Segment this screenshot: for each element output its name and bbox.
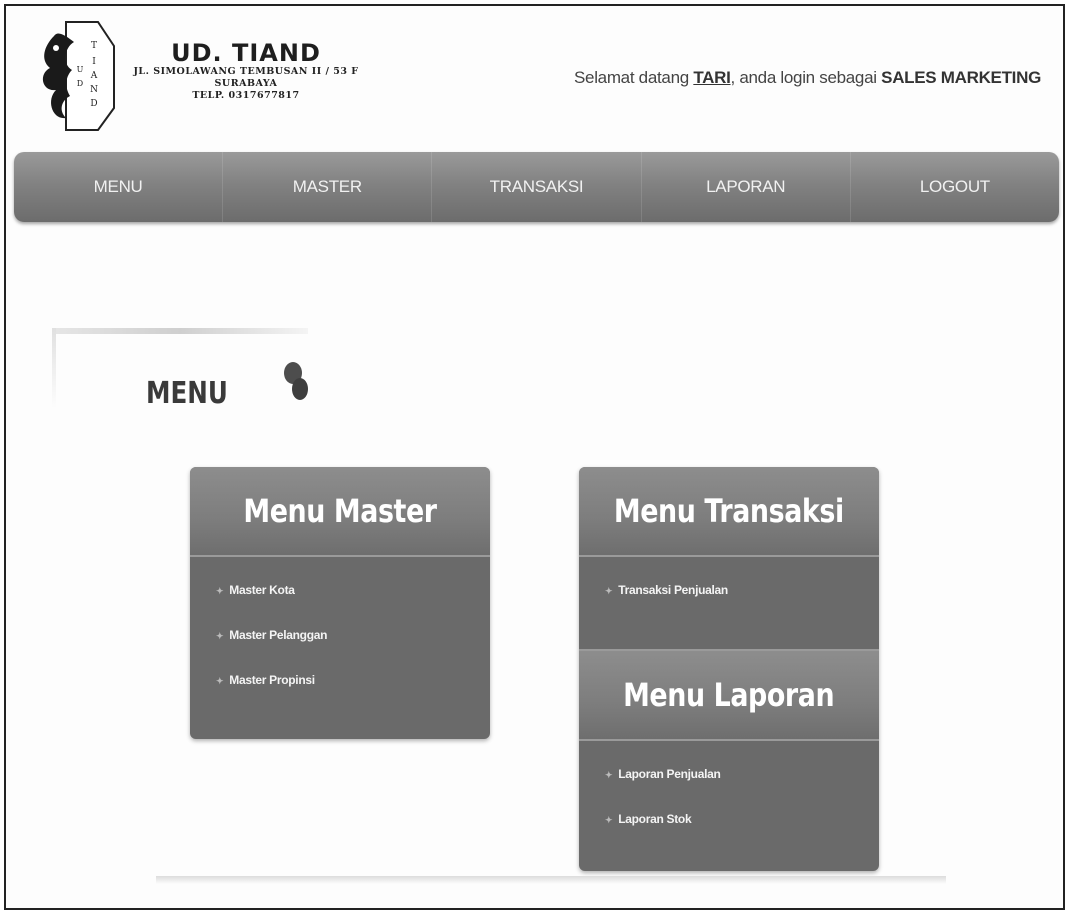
panel-menu-master: Menu Master ✦ Master Kota ✦ Master Pelangg… — [190, 467, 490, 739]
bullet-icon: ✦ — [216, 631, 224, 641]
nav-item-menu[interactable]: MENU — [14, 152, 224, 222]
brand-block: UD. TIAND JL. SIMOLAWANG TEMBUSAN II / 5… — [126, 40, 366, 102]
menu-link-label: Master Kota — [229, 583, 295, 597]
welcome-middle: , anda login sebagai — [730, 68, 877, 87]
bullet-icon: ✦ — [216, 586, 224, 596]
header-brand: T I A N D U D UD. TIAND JL. SIMOLAWANG T… — [36, 16, 366, 136]
menu-link-master-propinsi[interactable]: ✦ Master Propinsi — [216, 673, 490, 718]
menu-link-laporan-penjualan[interactable]: ✦ Laporan Penjualan — [605, 767, 879, 812]
nav-item-logout[interactable]: LOGOUT — [851, 152, 1059, 222]
menu-link-label: Laporan Stok — [618, 812, 692, 826]
brand-name: UD. TIAND — [171, 39, 321, 67]
menu-link-label: Transaksi Penjualan — [618, 583, 728, 597]
svg-text:D: D — [90, 99, 97, 109]
user-name-link[interactable]: TARI — [693, 68, 731, 87]
menu-link-transaksi-penjualan[interactable]: ✦ Transaksi Penjualan — [605, 583, 879, 628]
menu-link-label: Master Propinsi — [229, 673, 315, 687]
main-nav: MENU MASTER TRANSAKSI LAPORAN LOGOUT — [14, 152, 1059, 222]
user-role: SALES MARKETING — [881, 68, 1041, 87]
app-window: T I A N D U D UD. TIAND JL. SIMOLAWANG T… — [4, 4, 1065, 910]
svg-text:N: N — [90, 85, 98, 95]
svg-text:I: I — [92, 57, 96, 67]
panel-master-header: Menu Master — [190, 467, 490, 557]
bullet-icon: ✦ — [605, 586, 613, 596]
svg-text:A: A — [90, 71, 98, 81]
welcome-message: Selamat datang TARI, anda login sebagai … — [574, 68, 1041, 88]
panel-transaksi-title: Menu Transaksi — [614, 492, 844, 530]
bullet-icon: ✦ — [605, 770, 613, 780]
nav-item-master[interactable]: MASTER — [223, 152, 433, 222]
content-left-shadow — [52, 328, 56, 408]
company-logo-icon: T I A N D U D — [42, 21, 115, 131]
content-top-shadow — [52, 328, 308, 334]
svg-text:U: U — [77, 65, 84, 74]
panel-master-title: Menu Master — [243, 492, 437, 530]
menu-link-master-kota[interactable]: ✦ Master Kota — [216, 583, 490, 628]
panel-transaksi-header: Menu Transaksi — [579, 467, 879, 557]
panel-master-list: ✦ Master Kota ✦ Master Pelanggan ✦ Master P… — [190, 557, 490, 718]
menu-link-label: Laporan Penjualan — [618, 767, 721, 781]
nav-item-laporan[interactable]: LAPORAN — [642, 152, 851, 222]
panel-laporan-header: Menu Laporan — [579, 649, 879, 741]
content-bottom-shadow — [156, 876, 946, 884]
menu-link-master-pelanggan[interactable]: ✦ Master Pelanggan — [216, 628, 490, 673]
blob-decoration-icon — [284, 362, 308, 400]
nav-item-transaksi[interactable]: TRANSAKSI — [432, 152, 642, 222]
brand-address: JL. SIMOLAWANG TEMBUSAN II / 53 F — [133, 66, 359, 77]
welcome-prefix: Selamat datang — [574, 68, 689, 87]
page-title: MENU — [146, 376, 228, 411]
brand-phone: TELP. 0317677817 — [192, 90, 300, 101]
panel-laporan-title: Menu Laporan — [623, 676, 835, 714]
svg-text:T: T — [91, 41, 97, 51]
svg-text:D: D — [77, 79, 83, 88]
panel-transaksi-list: ✦ Transaksi Penjualan — [579, 557, 879, 649]
menu-link-laporan-stok[interactable]: ✦ Laporan Stok — [605, 812, 879, 857]
bullet-icon: ✦ — [216, 676, 224, 686]
menu-link-label: Master Pelanggan — [229, 628, 328, 642]
panel-menu-transaksi-laporan: Menu Transaksi ✦ Transaksi Penjualan Menu… — [579, 467, 879, 871]
brand-city: SURABAYA — [214, 78, 278, 89]
panel-laporan-list: ✦ Laporan Penjualan ✦ Laporan Stok — [579, 741, 879, 857]
bullet-icon: ✦ — [605, 815, 613, 825]
